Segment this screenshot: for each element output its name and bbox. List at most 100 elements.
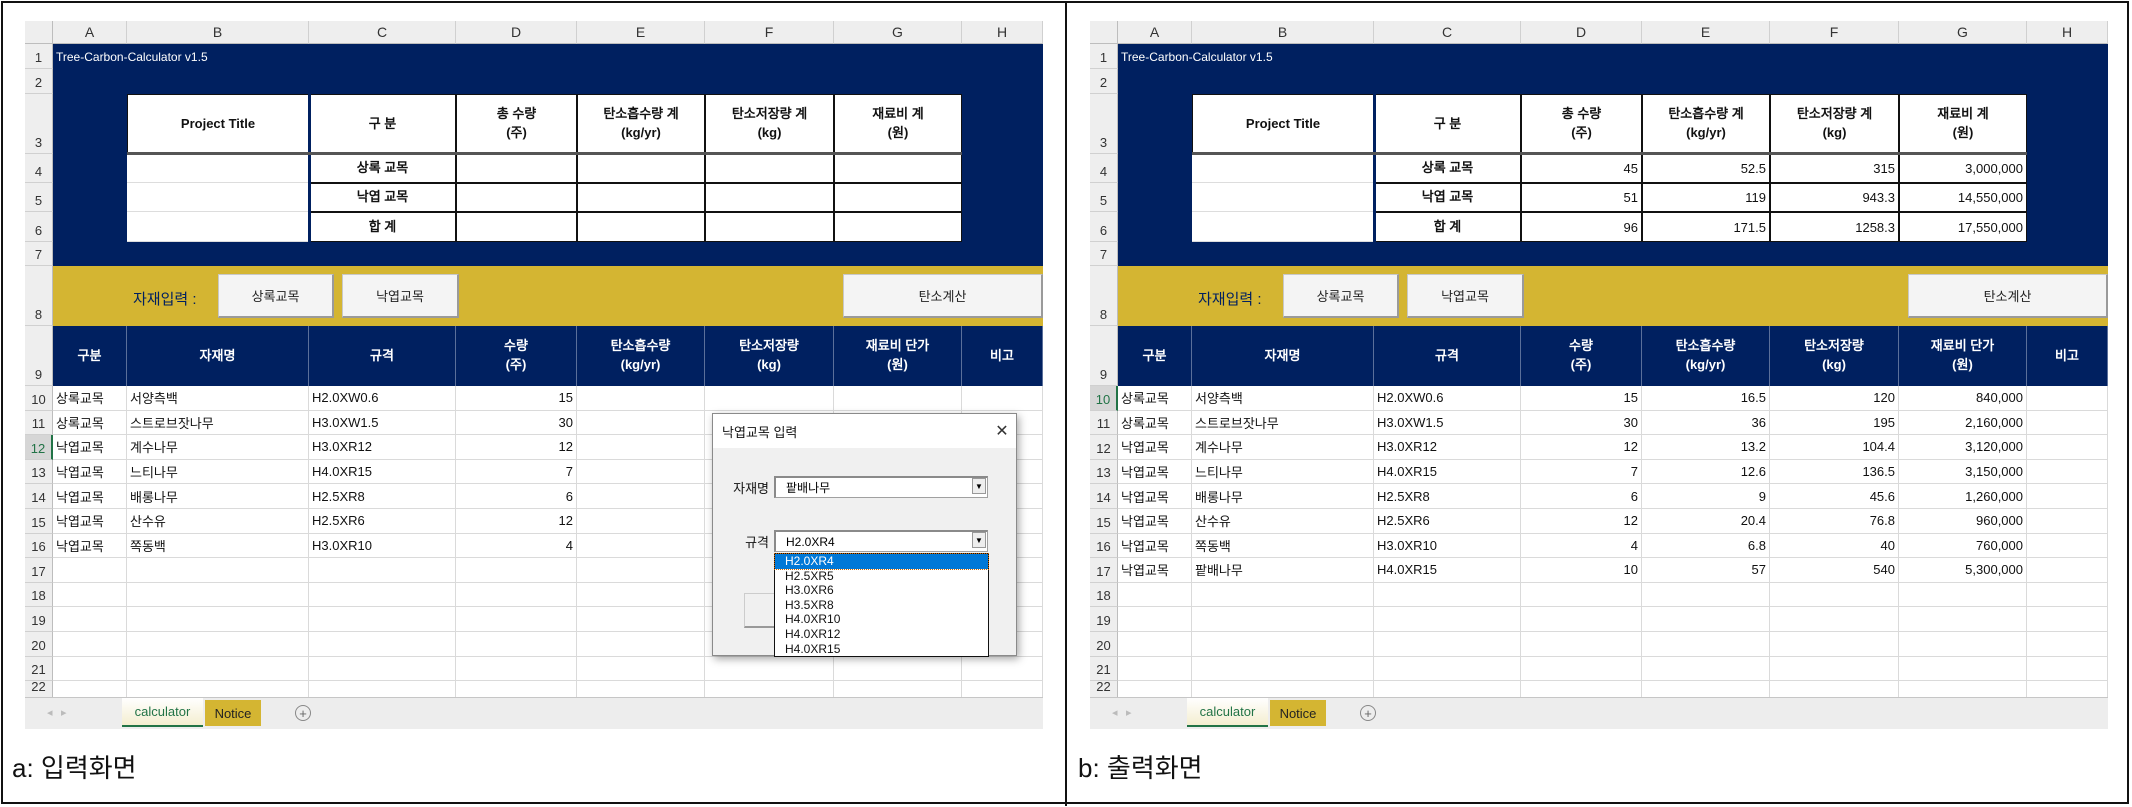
spec-option[interactable]: H3.5XR8	[775, 598, 988, 613]
table-cell[interactable]: H2.0XW0.6	[1374, 386, 1521, 411]
table-cell[interactable]: 낙엽교목	[53, 435, 127, 460]
table-cell[interactable]	[1642, 582, 1770, 608]
table-cell[interactable]: 배롱나무	[1192, 484, 1374, 509]
table-cell[interactable]: 낙엽교목	[1118, 509, 1192, 534]
table-cell[interactable]: 76.8	[1770, 509, 1899, 534]
table-cell[interactable]	[1899, 582, 2027, 608]
row-header[interactable]: 14	[1090, 484, 1118, 509]
table-cell[interactable]	[127, 681, 309, 699]
table-cell[interactable]	[1770, 632, 1899, 657]
table-cell[interactable]	[1374, 582, 1521, 608]
table-cell[interactable]: H3.0XW1.5	[309, 410, 456, 436]
row-header[interactable]: 19	[1090, 607, 1118, 632]
table-cell[interactable]	[53, 632, 127, 657]
spec-option[interactable]: H4.0XR12	[775, 627, 988, 642]
row-header[interactable]: 12	[1090, 435, 1118, 460]
table-cell[interactable]: H2.5XR6	[1374, 509, 1521, 534]
row-header[interactable]: 19	[25, 607, 53, 632]
column-header-d[interactable]: D	[456, 21, 577, 44]
row-header[interactable]: 17	[25, 558, 53, 583]
table-cell[interactable]: 낙엽교목	[53, 484, 127, 509]
table-cell[interactable]: 6	[456, 484, 577, 509]
table-cell[interactable]	[456, 656, 577, 682]
table-cell[interactable]	[1192, 632, 1374, 657]
table-cell[interactable]	[1118, 681, 1192, 699]
table-cell[interactable]	[1521, 656, 1642, 682]
table-cell[interactable]: H4.0XR15	[309, 459, 456, 485]
table-cell[interactable]: 낙엽교목	[1118, 484, 1192, 509]
table-cell[interactable]: 12	[1521, 435, 1642, 460]
table-cell[interactable]: 7	[456, 459, 577, 485]
column-header-a[interactable]: A	[1118, 21, 1192, 44]
row-header[interactable]: 15	[25, 509, 53, 534]
table-cell[interactable]	[1374, 632, 1521, 657]
table-cell[interactable]: 16.5	[1642, 386, 1770, 411]
table-cell[interactable]: 상록교목	[1118, 410, 1192, 436]
table-cell[interactable]: 7	[1521, 459, 1642, 485]
table-cell[interactable]	[834, 681, 962, 699]
table-cell[interactable]: 195	[1770, 410, 1899, 436]
table-cell[interactable]: 스트로브잣나무	[127, 410, 309, 436]
table-cell[interactable]	[2027, 533, 2108, 559]
row-header[interactable]: 10	[25, 386, 53, 411]
row-header[interactable]: 11	[1090, 410, 1118, 436]
deciduous-input-button[interactable]: 낙엽교목	[342, 274, 459, 318]
table-cell[interactable]: H4.0XR15	[1374, 558, 1521, 583]
table-cell[interactable]: 13.2	[1642, 435, 1770, 460]
table-cell[interactable]: H3.0XR10	[309, 533, 456, 559]
table-cell[interactable]: 960,000	[1899, 509, 2027, 534]
sheet-tab-calculator[interactable]: calculator	[1187, 698, 1268, 727]
table-cell[interactable]	[577, 410, 705, 436]
table-cell[interactable]	[1118, 582, 1192, 608]
table-cell[interactable]: 4	[456, 533, 577, 559]
table-cell[interactable]	[577, 632, 705, 657]
table-cell[interactable]	[53, 681, 127, 699]
table-cell[interactable]	[1642, 632, 1770, 657]
column-header-b[interactable]: B	[1192, 21, 1374, 44]
project-title-input[interactable]	[1192, 212, 1374, 242]
table-cell[interactable]: H3.0XR12	[309, 435, 456, 460]
table-cell[interactable]	[1521, 681, 1642, 699]
table-cell[interactable]	[1192, 656, 1374, 682]
table-cell[interactable]: 느티나무	[127, 459, 309, 485]
table-cell[interactable]: 2,160,000	[1899, 410, 2027, 436]
chevron-down-icon[interactable]: ▼	[972, 532, 986, 548]
table-cell[interactable]	[1521, 582, 1642, 608]
row-header[interactable]: 17	[1090, 558, 1118, 583]
row-header[interactable]: 4	[1090, 154, 1118, 183]
table-cell[interactable]	[1899, 656, 2027, 682]
table-cell[interactable]: H2.0XW0.6	[309, 386, 456, 411]
column-header-f[interactable]: F	[705, 21, 834, 44]
table-cell[interactable]	[577, 386, 705, 411]
scroll-tabs-right-icon[interactable]: ▸	[1126, 706, 1136, 720]
table-cell[interactable]: 136.5	[1770, 459, 1899, 485]
row-header[interactable]: 3	[1090, 94, 1118, 154]
table-cell[interactable]	[1192, 607, 1374, 632]
table-cell[interactable]	[577, 459, 705, 485]
table-cell[interactable]	[53, 582, 127, 608]
table-cell[interactable]	[1642, 656, 1770, 682]
column-header-d[interactable]: D	[1521, 21, 1642, 44]
row-header[interactable]: 16	[25, 533, 53, 559]
calculate-carbon-button[interactable]: 탄소계산	[843, 274, 1043, 318]
table-cell[interactable]: H2.5XR6	[309, 509, 456, 534]
table-cell[interactable]: 팥배나무	[1192, 558, 1374, 583]
table-cell[interactable]	[834, 656, 962, 682]
row-header[interactable]: 9	[25, 326, 53, 386]
table-cell[interactable]	[53, 607, 127, 632]
table-cell[interactable]: 540	[1770, 558, 1899, 583]
column-header-e[interactable]: E	[1642, 21, 1770, 44]
table-cell[interactable]	[1899, 681, 2027, 699]
table-cell[interactable]: 9	[1642, 484, 1770, 509]
spec-option[interactable]: H4.0XR10	[775, 612, 988, 627]
table-cell[interactable]: 45.6	[1770, 484, 1899, 509]
row-header[interactable]: 14	[25, 484, 53, 509]
table-cell[interactable]: 낙엽교목	[53, 459, 127, 485]
table-cell[interactable]	[1118, 632, 1192, 657]
select-all-corner[interactable]	[1090, 21, 1118, 44]
sheet-tab-calculator[interactable]: calculator	[122, 698, 203, 727]
table-cell[interactable]	[2027, 656, 2108, 682]
row-header[interactable]: 5	[1090, 183, 1118, 212]
row-header[interactable]: 12	[25, 435, 53, 460]
row-header[interactable]: 5	[25, 183, 53, 212]
